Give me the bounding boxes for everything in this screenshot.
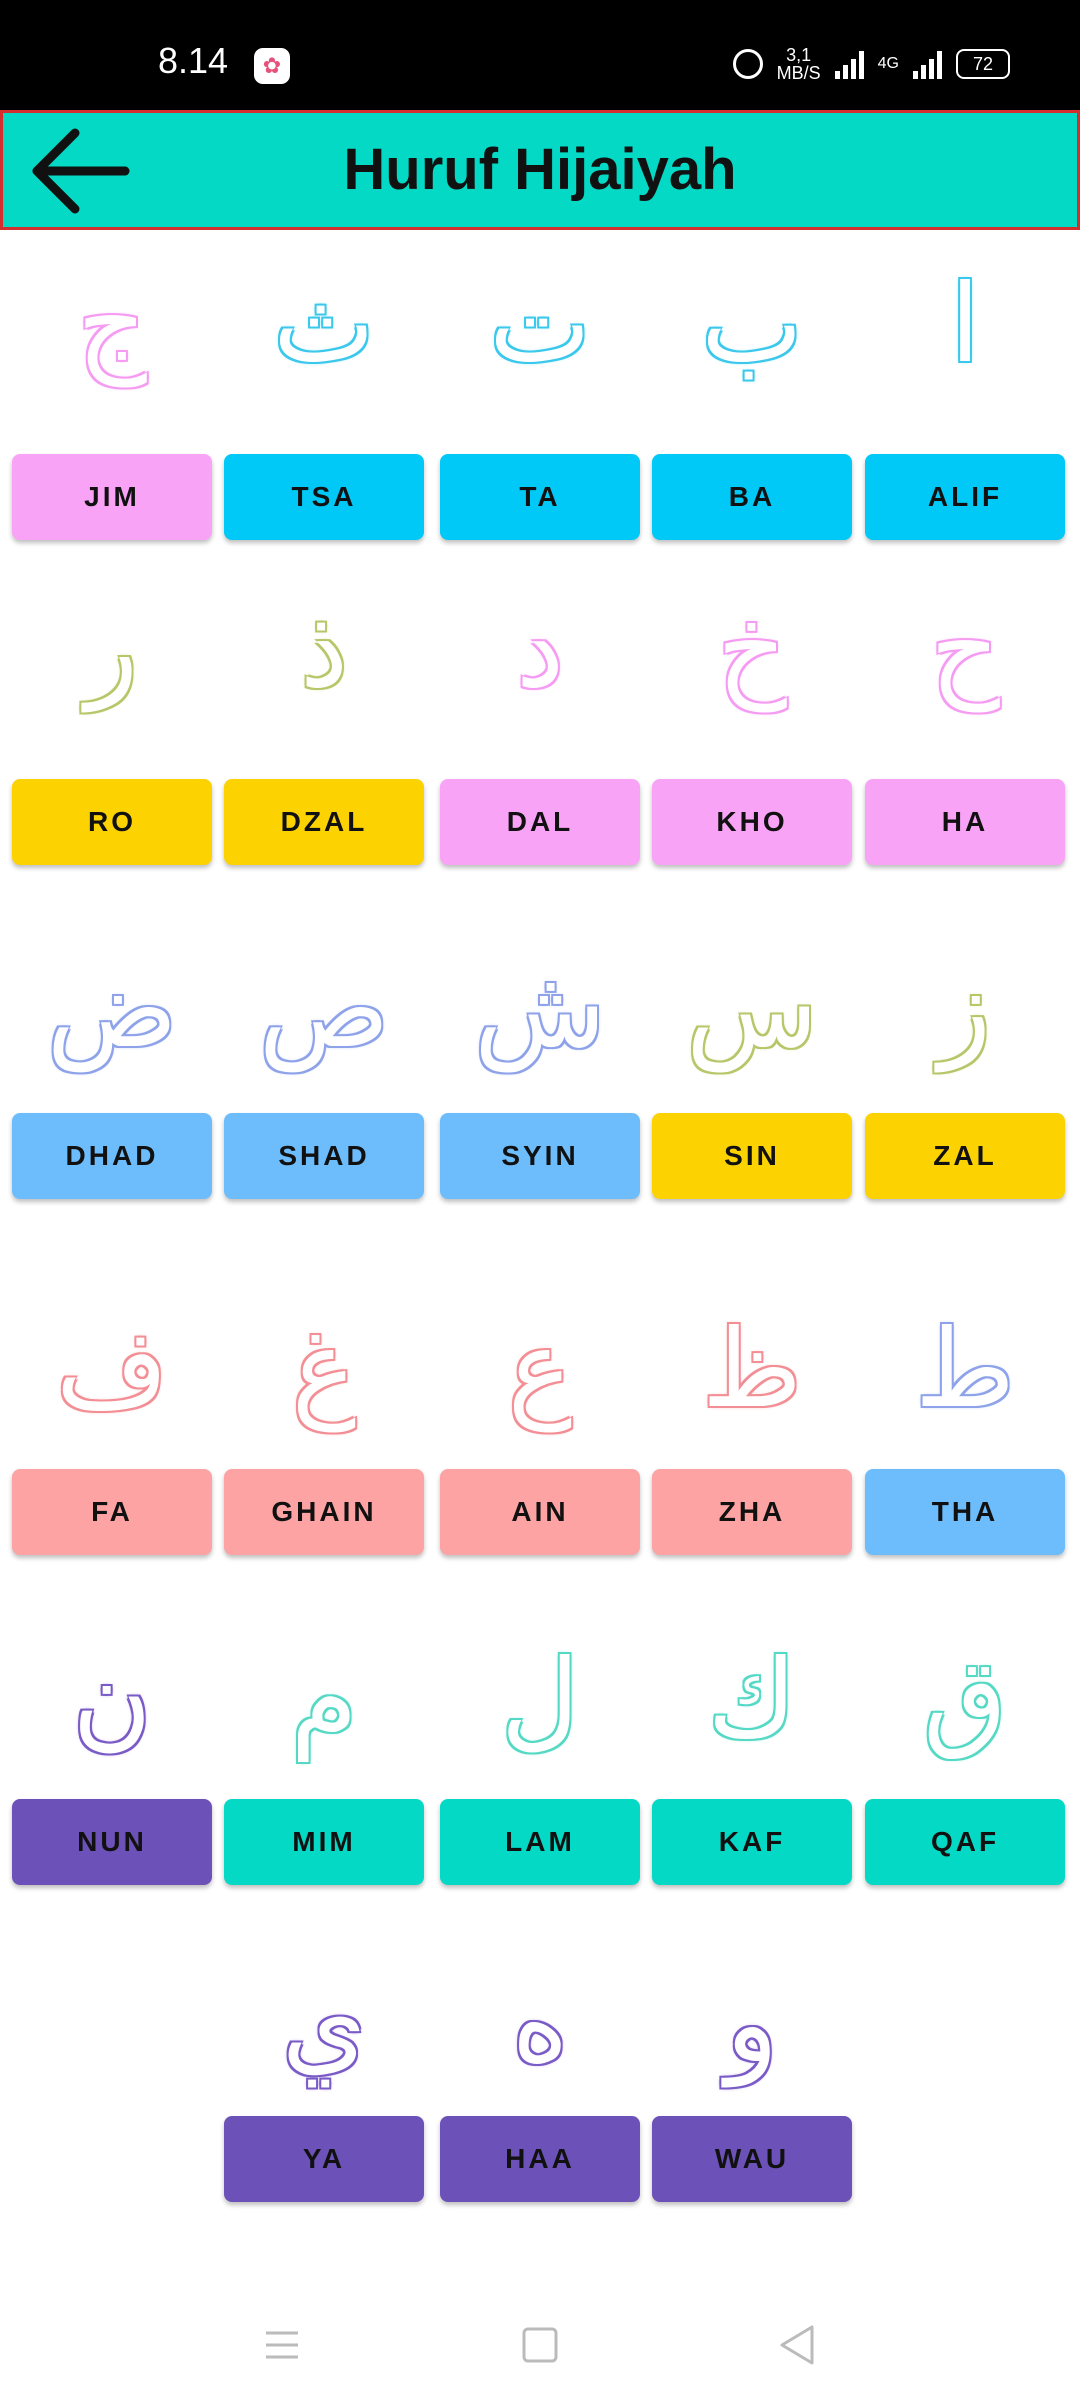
letter-button-mim[interactable]: MIM	[224, 1799, 424, 1885]
letter-glyph-ro[interactable]: ر	[12, 580, 212, 720]
signal-icon-2	[913, 49, 942, 79]
back-nav-button[interactable]	[768, 2315, 828, 2375]
menu-icon	[266, 2331, 298, 2359]
network-speed-unit: MB/S	[776, 63, 821, 83]
letter-button-sin[interactable]: SIN	[652, 1113, 852, 1199]
letter-glyph-ba[interactable]: ب	[652, 255, 852, 395]
letter-glyph-ta[interactable]: ت	[440, 255, 640, 395]
letter-button-dhad[interactable]: DHAD	[12, 1113, 212, 1199]
letter-button-nun[interactable]: NUN	[12, 1799, 212, 1885]
letter-button-fa[interactable]: FA	[12, 1469, 212, 1555]
letter-glyph-kho[interactable]: خ	[652, 580, 852, 720]
letter-glyph-alif[interactable]: ا	[865, 255, 1065, 395]
letter-button-ain[interactable]: AIN	[440, 1469, 640, 1555]
status-time: 8.14	[158, 40, 229, 81]
app-bar: Huruf Hijaiyah	[0, 110, 1080, 230]
letter-glyph-lam[interactable]: ل	[440, 1630, 640, 1770]
letter-button-wau[interactable]: WAU	[652, 2116, 852, 2202]
letter-glyph-kaf[interactable]: ك	[652, 1630, 852, 1770]
home-button[interactable]	[510, 2315, 570, 2375]
letter-glyph-dzal[interactable]: ذ	[224, 580, 424, 720]
letter-button-ghain[interactable]: GHAIN	[224, 1469, 424, 1555]
letter-glyph-nun[interactable]: ن	[12, 1630, 212, 1770]
letter-button-haa[interactable]: HAA	[440, 2116, 640, 2202]
letter-button-lam[interactable]: LAM	[440, 1799, 640, 1885]
letter-button-jim[interactable]: JIM	[12, 454, 212, 540]
letter-button-ba[interactable]: BA	[652, 454, 852, 540]
letter-glyph-ya[interactable]: ي	[224, 1955, 424, 2095]
letter-button-alif[interactable]: ALIF	[865, 454, 1065, 540]
network-speed-value: 3,1	[786, 45, 812, 65]
letter-glyph-dhad[interactable]: ض	[12, 940, 212, 1080]
status-icons: 3,1 MB/S 4G 72	[732, 46, 1010, 82]
letter-button-ta[interactable]: TA	[440, 454, 640, 540]
letter-glyph-mim[interactable]: م	[224, 1630, 424, 1770]
letter-glyph-sin[interactable]: س	[652, 940, 852, 1080]
letter-button-syin[interactable]: SYIN	[440, 1113, 640, 1199]
letter-glyph-tsa[interactable]: ث	[224, 255, 424, 395]
home-square-icon	[522, 2327, 558, 2363]
letter-glyph-syin[interactable]: ش	[440, 940, 640, 1080]
page-title: Huruf Hijaiyah	[343, 137, 737, 202]
alarm-icon	[732, 49, 763, 79]
letter-button-qaf[interactable]: QAF	[865, 1799, 1065, 1885]
letter-button-tha[interactable]: THA	[865, 1469, 1065, 1555]
network-type: 4G	[877, 55, 899, 72]
back-triangle-icon	[780, 2325, 814, 2365]
letter-button-ya[interactable]: YA	[224, 2116, 424, 2202]
status-bar: 8.14 ✿ 3,1 MB/S 4G 72	[0, 0, 1080, 110]
battery-icon: 72	[956, 49, 1010, 79]
network-speed: 3,1 MB/S	[777, 46, 821, 82]
letter-button-ro[interactable]: RO	[12, 779, 212, 865]
signal-icon	[834, 49, 864, 79]
letter-glyph-qaf[interactable]: ق	[865, 1630, 1065, 1770]
letter-button-kho[interactable]: KHO	[652, 779, 852, 865]
letter-button-zha[interactable]: ZHA	[652, 1469, 852, 1555]
letter-glyph-tha[interactable]: ط	[865, 1300, 1065, 1440]
letter-glyph-haa[interactable]: ه	[440, 1955, 640, 2095]
letter-glyph-ha[interactable]: ح	[865, 580, 1065, 720]
letter-glyph-ain[interactable]: ع	[440, 1300, 640, 1440]
letter-button-zal[interactable]: ZAL	[865, 1113, 1065, 1199]
letter-glyph-jim[interactable]: ج	[12, 255, 212, 395]
letter-button-dal[interactable]: DAL	[440, 779, 640, 865]
letter-glyph-fa[interactable]: ف	[12, 1300, 212, 1440]
recent-apps-button[interactable]	[252, 2315, 312, 2375]
letter-glyph-zha[interactable]: ظ	[652, 1300, 852, 1440]
letter-button-ha[interactable]: HA	[865, 779, 1065, 865]
system-nav-bar	[0, 2290, 1080, 2400]
letter-glyph-ghain[interactable]: غ	[224, 1300, 424, 1440]
letter-glyph-zal[interactable]: ز	[865, 940, 1065, 1080]
letter-button-dzal[interactable]: DZAL	[224, 779, 424, 865]
letter-glyph-dal[interactable]: د	[440, 580, 640, 720]
letter-button-tsa[interactable]: TSA	[224, 454, 424, 540]
letter-button-shad[interactable]: SHAD	[224, 1113, 424, 1199]
letter-button-kaf[interactable]: KAF	[652, 1799, 852, 1885]
notification-app-icon: ✿	[254, 48, 290, 84]
letter-glyph-shad[interactable]: ص	[224, 940, 424, 1080]
letter-glyph-wau[interactable]: و	[652, 1955, 852, 2095]
